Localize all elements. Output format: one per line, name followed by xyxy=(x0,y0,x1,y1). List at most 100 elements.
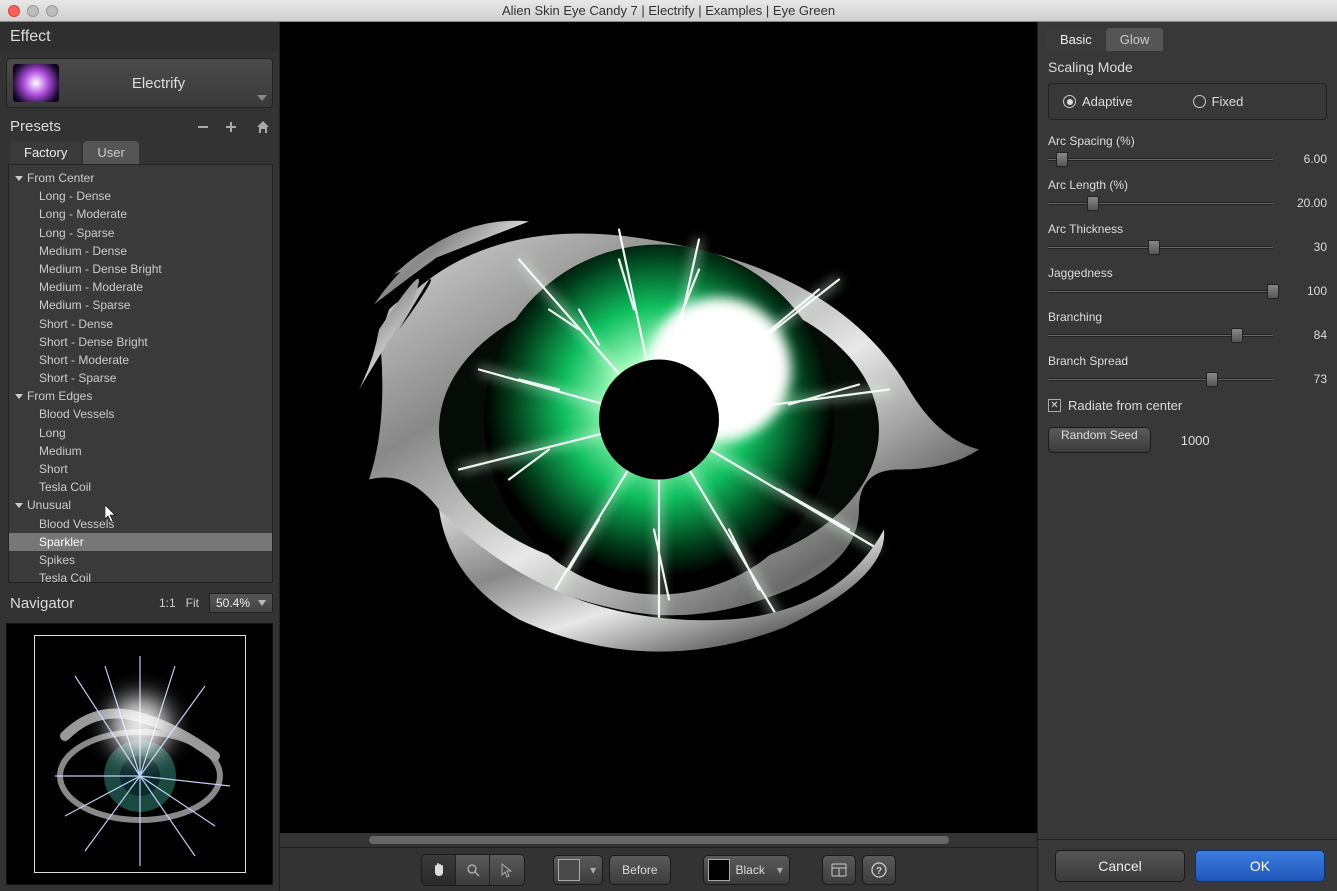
ok-button[interactable]: OK xyxy=(1195,850,1325,882)
before-button[interactable]: Before xyxy=(609,855,670,885)
color-swatch xyxy=(558,859,580,881)
scaling-mode-title: Scaling Mode xyxy=(1048,59,1327,75)
tab-factory[interactable]: Factory xyxy=(10,141,81,164)
tab-glow[interactable]: Glow xyxy=(1106,28,1164,51)
preset-tree[interactable]: From Center Long - Dense Long - Moderate… xyxy=(8,164,273,583)
zoom-select[interactable]: 50.4% xyxy=(209,593,273,613)
param-value[interactable]: 100 xyxy=(1287,284,1327,298)
help-button[interactable]: ? xyxy=(862,855,896,885)
tree-item[interactable]: Short xyxy=(9,460,272,478)
background-color-control[interactable]: Black ▾ xyxy=(703,855,790,885)
checkbox-label: Radiate from center xyxy=(1068,398,1182,413)
tree-group[interactable]: From Center xyxy=(9,169,272,187)
scaling-mode-group: Adaptive Fixed xyxy=(1048,83,1327,120)
radio-icon xyxy=(1063,95,1076,108)
param-arc-thickness: Arc Thickness 30 xyxy=(1048,222,1327,254)
param-branching: Branching 84 xyxy=(1048,310,1327,342)
home-icon[interactable] xyxy=(255,119,271,135)
bg-color-label: Black xyxy=(734,863,771,877)
tree-item[interactable]: Long - Dense xyxy=(9,187,272,205)
param-value[interactable]: 73 xyxy=(1287,372,1327,386)
navigator-preview[interactable] xyxy=(6,623,273,885)
slider[interactable] xyxy=(1048,202,1273,205)
title-bar: Alien Skin Eye Candy 7 | Electrify | Exa… xyxy=(0,0,1337,22)
param-label: Arc Length (%) xyxy=(1048,178,1327,192)
window-controls xyxy=(8,5,58,17)
param-value[interactable]: 30 xyxy=(1287,240,1327,254)
tree-item[interactable]: Long xyxy=(9,424,272,442)
scaling-fixed-radio[interactable]: Fixed xyxy=(1193,94,1244,109)
tree-item[interactable]: Long - Moderate xyxy=(9,205,272,223)
pointer-tool-button[interactable] xyxy=(490,855,524,885)
tree-item[interactable]: Short - Sparse xyxy=(9,369,272,387)
chevron-down-icon[interactable] xyxy=(252,59,272,107)
zoom-value: 50.4% xyxy=(216,596,250,610)
tree-item[interactable]: Medium - Dense xyxy=(9,242,272,260)
radio-label: Adaptive xyxy=(1082,94,1133,109)
param-value[interactable]: 6.00 xyxy=(1287,152,1327,166)
preset-tabs: Factory User xyxy=(0,141,279,164)
tree-item[interactable]: Blood Vessels xyxy=(9,405,272,423)
canvas-panel: ▾ Before Black ▾ ? xyxy=(280,22,1037,891)
tree-item[interactable]: Spikes xyxy=(9,551,272,569)
slider[interactable] xyxy=(1048,246,1273,249)
effect-selector[interactable]: Electrify xyxy=(6,58,273,108)
slider[interactable] xyxy=(1048,158,1273,161)
settings-panel: Basic Glow Scaling Mode Adaptive Fixed xyxy=(1037,22,1337,891)
tree-item[interactable]: Medium - Moderate xyxy=(9,278,272,296)
param-value[interactable]: 84 xyxy=(1287,328,1327,342)
tree-item[interactable]: Tesla Coil xyxy=(9,569,272,583)
radiate-checkbox[interactable]: ✕ Radiate from center xyxy=(1048,398,1327,413)
cancel-button[interactable]: Cancel xyxy=(1055,850,1185,882)
tab-user[interactable]: User xyxy=(83,141,138,164)
param-jaggedness: Jaggedness 100 xyxy=(1048,266,1327,298)
random-seed-button[interactable]: Random Seed xyxy=(1048,427,1151,453)
tree-item-selected[interactable]: Sparkler xyxy=(9,533,272,551)
zoom-1to1-button[interactable]: 1:1 xyxy=(159,596,176,610)
param-label: Branching xyxy=(1048,310,1327,324)
zoom-tool-button[interactable] xyxy=(456,855,490,885)
minimize-window-icon[interactable] xyxy=(27,5,39,17)
tab-basic[interactable]: Basic xyxy=(1046,28,1106,51)
tree-item[interactable]: Medium - Dense Bright xyxy=(9,260,272,278)
tree-item[interactable]: Medium - Sparse xyxy=(9,296,272,314)
effect-section-header: Effect xyxy=(0,22,279,52)
presets-section-label: Presets xyxy=(10,118,183,135)
add-preset-icon[interactable] xyxy=(223,119,239,135)
tree-item[interactable]: Medium xyxy=(9,442,272,460)
tree-group[interactable]: Unusual xyxy=(9,496,272,514)
panel-toggle-button[interactable] xyxy=(822,855,856,885)
slider[interactable] xyxy=(1048,290,1273,293)
chevron-down-icon xyxy=(258,600,266,606)
hand-tool-button[interactable] xyxy=(422,855,456,885)
radio-label: Fixed xyxy=(1212,94,1244,109)
horizontal-scrollbar[interactable] xyxy=(280,833,1037,847)
tree-item[interactable]: Long - Sparse xyxy=(9,224,272,242)
bg-color-swatch xyxy=(708,859,730,881)
tree-item[interactable]: Short - Moderate xyxy=(9,351,272,369)
canvas-toolbar: ▾ Before Black ▾ ? xyxy=(280,847,1037,891)
tree-group-label: From Edges xyxy=(27,388,92,404)
svg-text:?: ? xyxy=(876,866,882,877)
scrollbar-thumb[interactable] xyxy=(369,836,949,844)
scaling-adaptive-radio[interactable]: Adaptive xyxy=(1063,94,1133,109)
slider[interactable] xyxy=(1048,378,1273,381)
param-value[interactable]: 20.00 xyxy=(1287,196,1327,210)
tree-item[interactable]: Short - Dense xyxy=(9,315,272,333)
tree-item[interactable]: Tesla Coil xyxy=(9,478,272,496)
maximize-window-icon[interactable] xyxy=(46,5,58,17)
zoom-fit-button[interactable]: Fit xyxy=(186,596,199,610)
tree-group[interactable]: From Edges xyxy=(9,387,272,405)
navigator-header: Navigator 1:1 Fit 50.4% xyxy=(0,589,279,617)
param-label: Jaggedness xyxy=(1048,266,1327,280)
chevron-down-icon: ▾ xyxy=(584,863,602,877)
preview-artwork xyxy=(319,130,999,693)
tree-item[interactable]: Blood Vessels xyxy=(9,515,272,533)
close-window-icon[interactable] xyxy=(8,5,20,17)
color-swatch-control[interactable]: ▾ xyxy=(553,855,603,885)
canvas-viewport[interactable] xyxy=(280,22,1037,833)
remove-preset-icon[interactable] xyxy=(195,119,211,135)
slider[interactable] xyxy=(1048,334,1273,337)
tree-item[interactable]: Short - Dense Bright xyxy=(9,333,272,351)
seed-value[interactable]: 1000 xyxy=(1181,433,1210,448)
